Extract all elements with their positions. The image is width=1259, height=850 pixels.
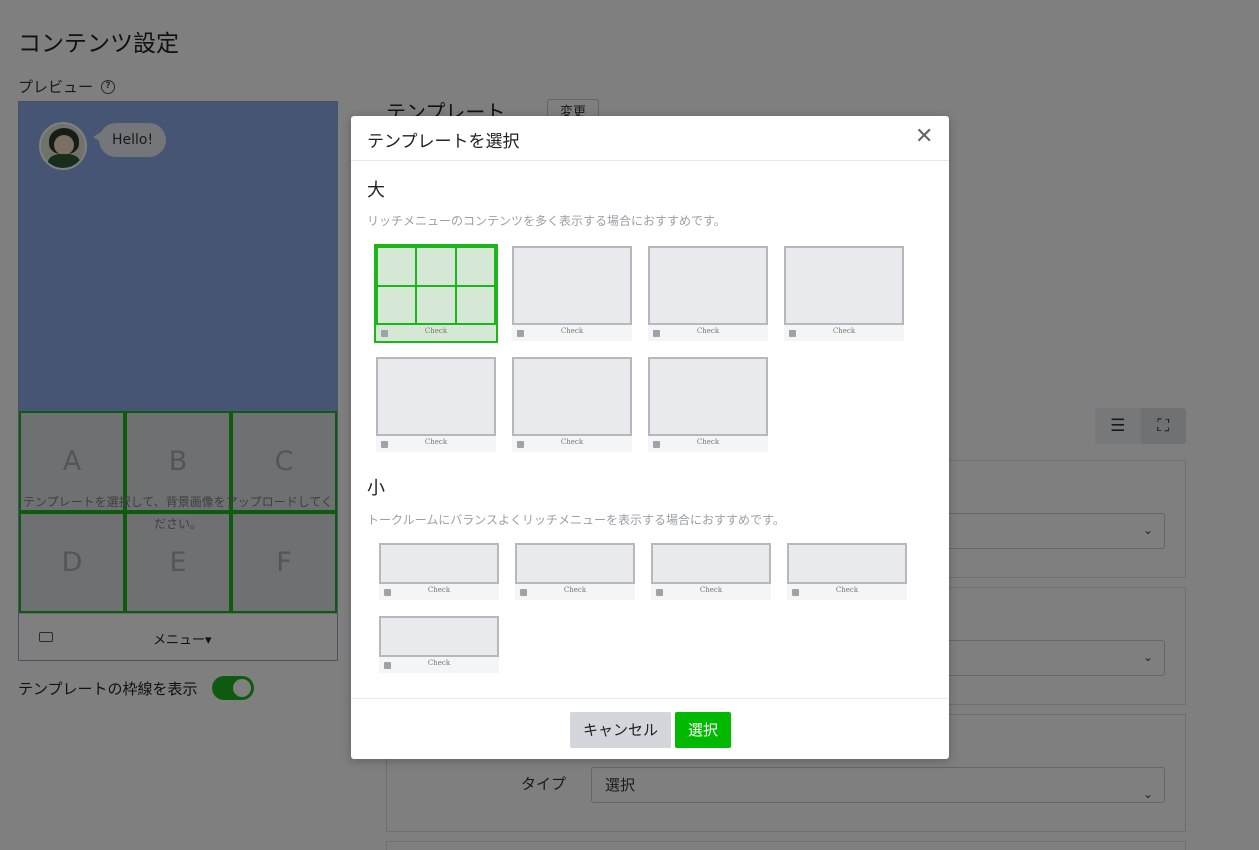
large-section-title: 大 [367, 180, 385, 201]
close-icon[interactable]: ✕ [915, 126, 933, 148]
small-section-title: 小 [367, 478, 385, 499]
card-footer-label: Check [560, 327, 584, 335]
card-footer-label: Check [424, 327, 448, 335]
template-select-modal: テンプレートを選択 ✕ 大 リッチメニューのコンテンツを多く表示する場合におすす… [351, 116, 949, 759]
template-large-7[interactable]: Check [648, 357, 768, 452]
select-button[interactable]: 選択 [675, 712, 731, 748]
card-footer-label: Check [424, 438, 448, 446]
template-small-3[interactable]: Check [651, 543, 771, 600]
template-small-2[interactable]: Check [515, 543, 635, 600]
card-footer-label: Check [563, 586, 587, 594]
modal-title: テンプレートを選択 [367, 132, 520, 152]
card-footer-label: Check [696, 327, 720, 335]
large-section-desc: リッチメニューのコンテンツを多く表示する場合におすすめです。 [367, 214, 726, 228]
template-small-1[interactable]: Check [379, 543, 499, 600]
card-footer-label: Check [699, 586, 723, 594]
template-large-1[interactable]: Check [374, 244, 498, 343]
template-large-6[interactable]: Check [512, 357, 632, 452]
card-footer-label: Check [696, 438, 720, 446]
card-footer-label: Check [560, 438, 584, 446]
template-large-4[interactable]: Check [784, 246, 904, 341]
modal-footer: キャンセル 選択 [351, 698, 949, 759]
template-small-4[interactable]: Check [787, 543, 907, 600]
card-footer-label: Check [835, 586, 859, 594]
card-footer-label: Check [427, 659, 451, 667]
small-section-desc: トークルームにバランスよくリッチメニューを表示する場合におすすめです。 [367, 513, 785, 527]
template-large-5[interactable]: Check [376, 357, 496, 452]
card-footer-label: Check [427, 586, 451, 594]
template-large-2[interactable]: Check [512, 246, 632, 341]
cancel-button[interactable]: キャンセル [570, 712, 671, 748]
template-large-3[interactable]: Check [648, 246, 768, 341]
card-footer-label: Check [832, 327, 856, 335]
modal-header: テンプレートを選択 ✕ [351, 116, 949, 161]
template-small-5[interactable]: Check [379, 616, 499, 673]
